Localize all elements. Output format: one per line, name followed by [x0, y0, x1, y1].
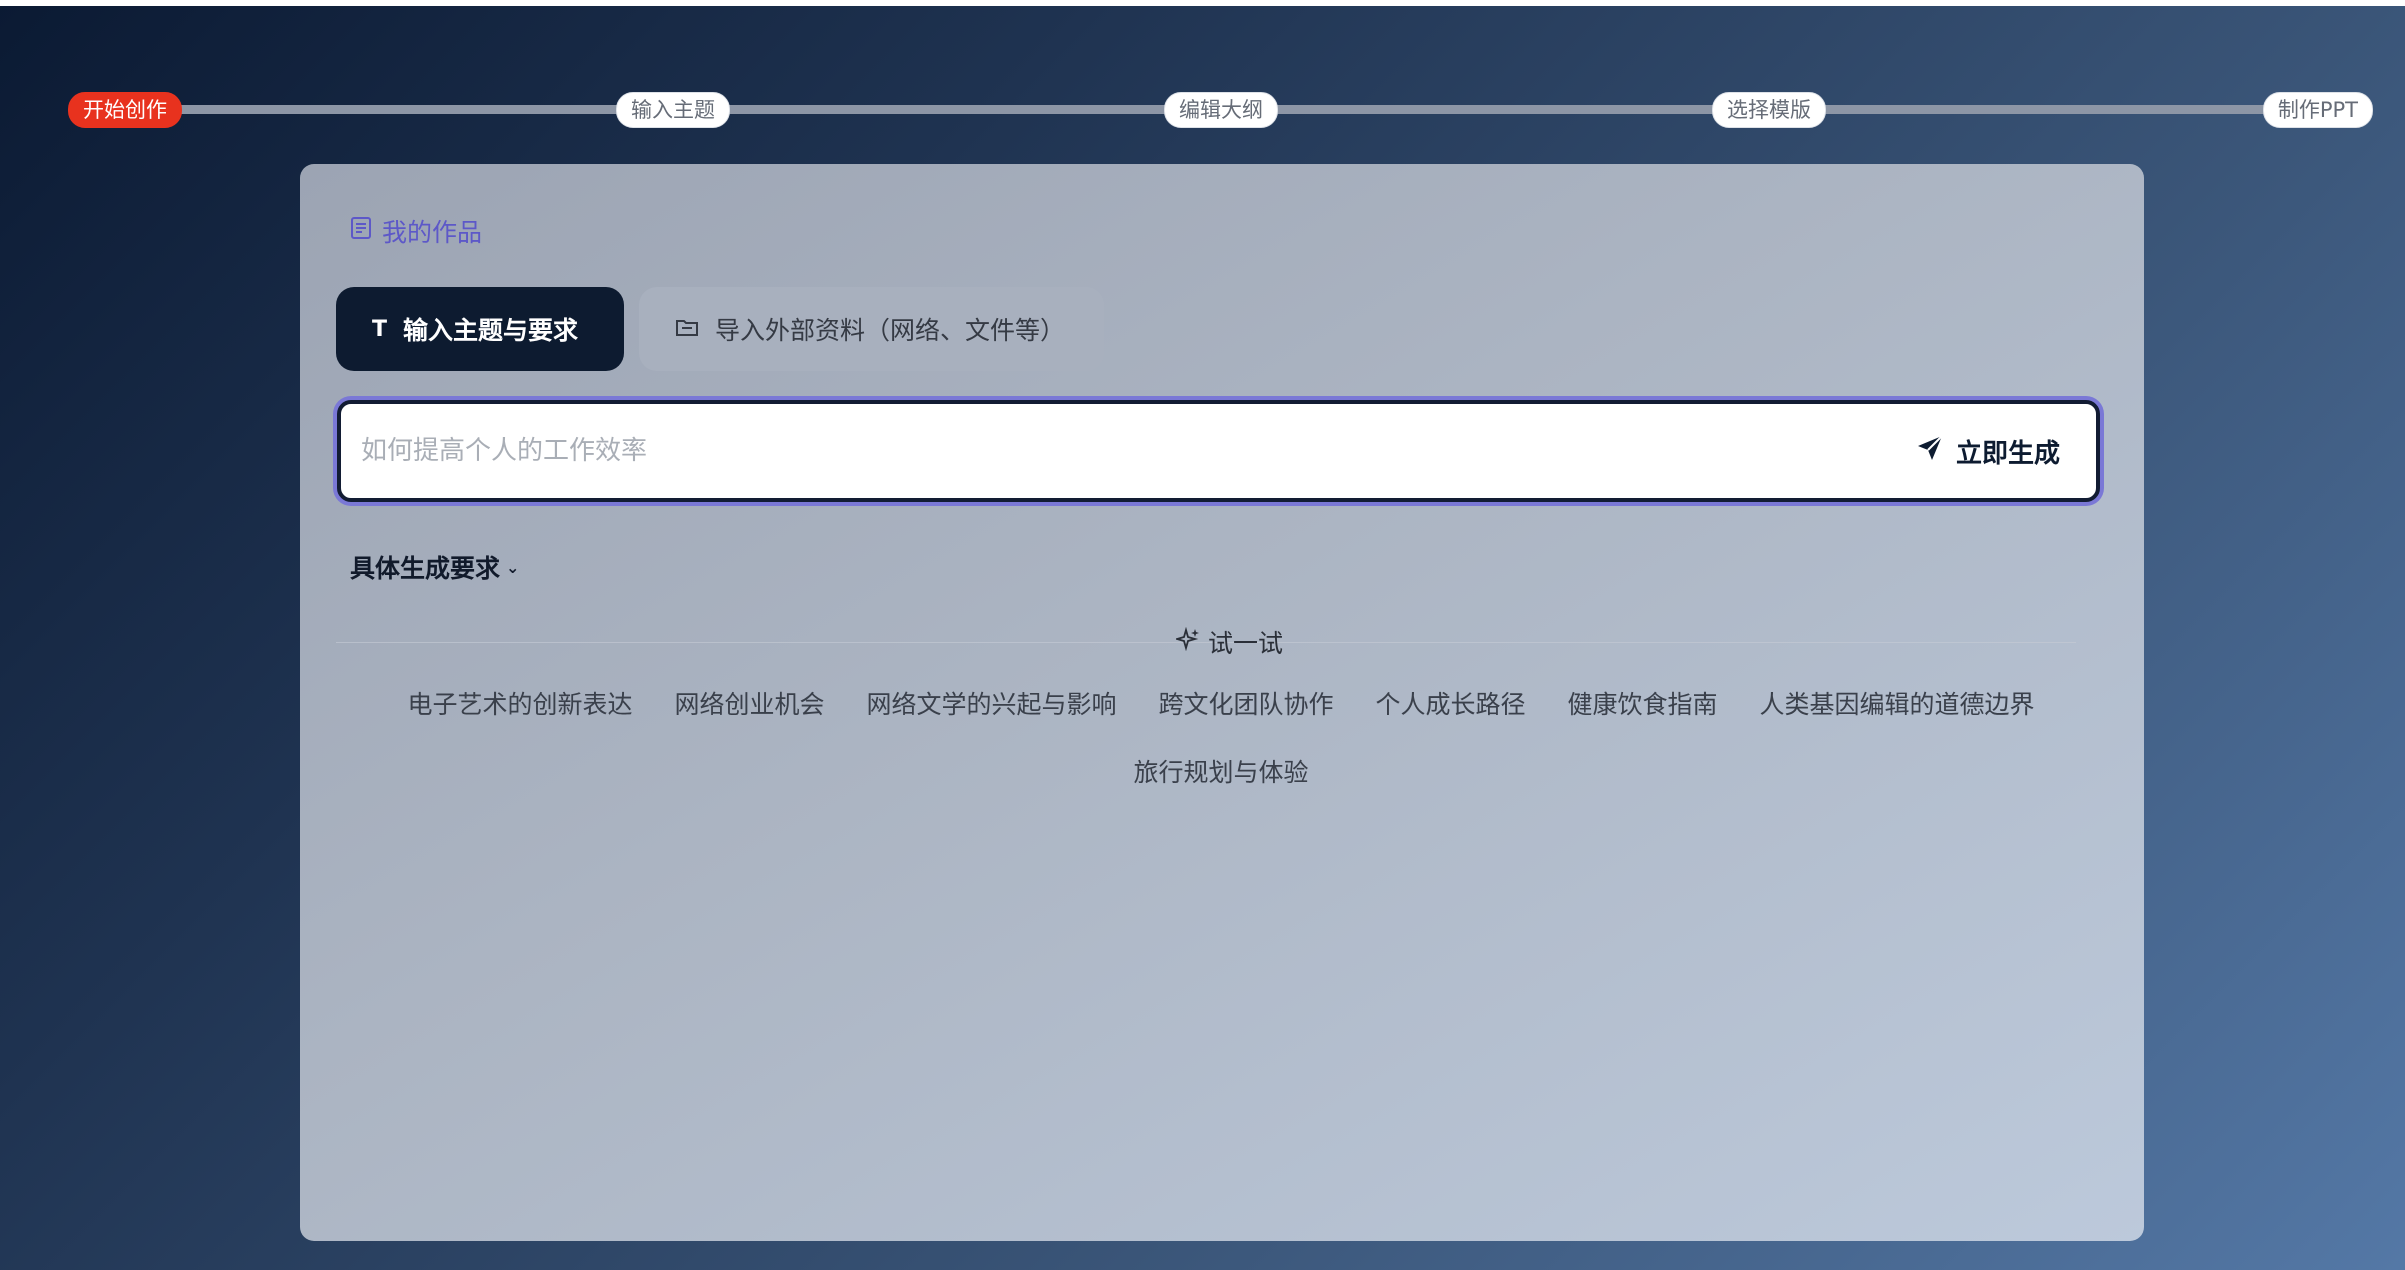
suggestion-chip[interactable]: 跨文化团队协作 [1158, 684, 1333, 726]
requirements-toggle[interactable]: 具体生成要求 ⌄ [350, 550, 519, 584]
tab-import-external-label: 导入外部资料（网络、文件等） [715, 316, 1066, 345]
tab-input-topic-label: 输入主题与要求 [403, 316, 579, 345]
input-mode-tabs: T 输入主题与要求 导入外部资料（网络、文件等） [336, 287, 1104, 371]
suggestion-chip[interactable]: 健康饮食指南 [1568, 684, 1718, 726]
suggestion-chip[interactable]: 人类基因编辑的道德边界 [1760, 684, 2035, 726]
tab-input-topic[interactable]: T 输入主题与要求 [336, 287, 624, 371]
step-select-template[interactable]: 选择模版 [1712, 92, 1826, 128]
step-edit-outline[interactable]: 编辑大纲 [1164, 92, 1278, 128]
main-panel: 我的作品 T 输入主题与要求 导入外部资料（网络、文件等） 立即生成 具体生成要… [300, 164, 2144, 1241]
chevron-down-icon: ⌄ [506, 557, 520, 577]
folder-icon [675, 315, 699, 344]
document-icon [350, 216, 372, 246]
step-input-topic[interactable]: 输入主题 [616, 92, 730, 128]
requirements-label: 具体生成要求 [350, 554, 501, 583]
text-icon: T [372, 316, 388, 342]
my-works-label: 我的作品 [382, 218, 483, 247]
step-start-creating[interactable]: 开始创作 [68, 92, 182, 128]
generate-button[interactable]: 立即生成 [1916, 433, 2060, 470]
try-it-heading: 试一试 [1164, 624, 1295, 660]
topic-search-box: 立即生成 [337, 400, 2100, 502]
my-works-link[interactable]: 我的作品 [350, 214, 482, 248]
top-white-bar [0, 0, 2405, 6]
try-it-label: 试一试 [1208, 629, 1284, 658]
generate-button-label: 立即生成 [1955, 438, 2060, 469]
suggestion-chip[interactable]: 旅行规划与体验 [1133, 752, 1308, 794]
topic-input[interactable] [359, 435, 1763, 467]
send-icon [1916, 434, 1944, 469]
progress-stepper: 开始创作 输入主题 编辑大纲 选择模版 制作PPT [68, 92, 2373, 128]
suggestion-chip[interactable]: 网络文学的兴起与影响 [866, 684, 1116, 726]
suggestion-chip[interactable]: 网络创业机会 [674, 684, 824, 726]
suggestion-chip[interactable]: 个人成长路径 [1376, 684, 1526, 726]
tab-import-external[interactable]: 导入外部资料（网络、文件等） [639, 287, 1104, 371]
suggestion-list: 电子艺术的创新表达 网络创业机会 网络文学的兴起与影响 跨文化团队协作 个人成长… [336, 684, 2106, 794]
step-make-ppt[interactable]: 制作PPT [2262, 92, 2373, 128]
sparkle-icon [1173, 626, 1200, 657]
suggestion-chip[interactable]: 电子艺术的创新表达 [407, 684, 632, 726]
